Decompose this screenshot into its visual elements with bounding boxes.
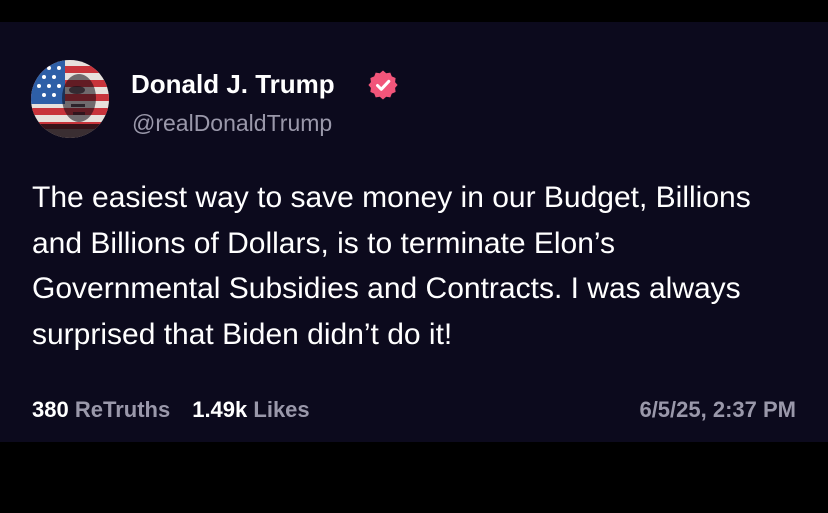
avatar[interactable] <box>31 60 109 138</box>
user-handle[interactable]: @realDonaldTrump <box>132 110 332 137</box>
post-timestamp[interactable]: 6/5/25, 2:37 PM <box>639 397 796 423</box>
verified-badge-icon <box>368 70 398 100</box>
post-card: Donald J. Trump @realDonaldTrump The eas… <box>0 22 828 442</box>
likes-stat[interactable]: 1.49k Likes <box>192 397 309 422</box>
likes-label: Likes <box>253 397 310 422</box>
flag-portrait-icon <box>31 60 109 138</box>
retruths-label: ReTruths <box>74 397 171 422</box>
post-text: The easiest way to save money in our Bud… <box>32 181 751 351</box>
likes-count: 1.49k <box>192 397 248 422</box>
retruths-stat[interactable]: 380 ReTruths <box>32 397 170 422</box>
post-stats: 380 ReTruths 1.49k Likes <box>32 397 310 423</box>
retruths-count: 380 <box>32 397 69 422</box>
display-name[interactable]: Donald J. Trump <box>131 69 335 100</box>
